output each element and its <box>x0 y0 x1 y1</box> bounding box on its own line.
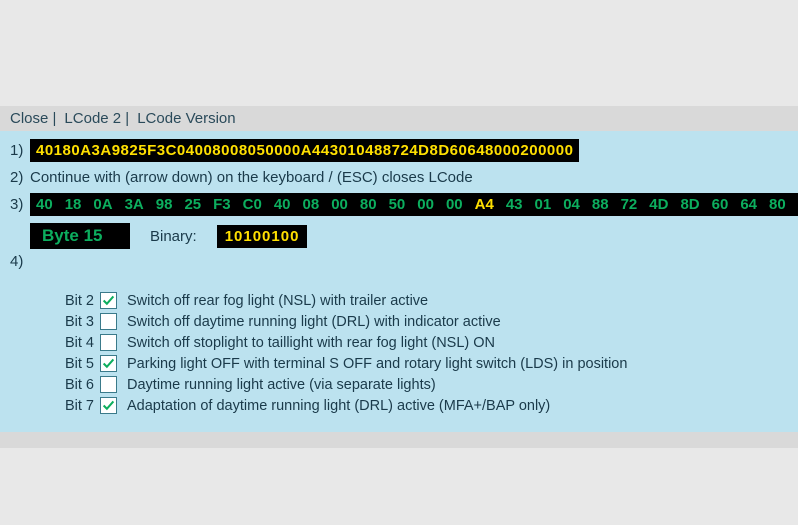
row-number-2: 2) <box>10 169 30 186</box>
hex-byte[interactable]: A4 <box>475 196 494 213</box>
bit-description: Adaptation of daytime running light (DRL… <box>127 398 550 414</box>
bit-label: Bit 3 <box>50 314 94 330</box>
bit-description: Parking light OFF with terminal S OFF an… <box>127 356 627 372</box>
hex-byte[interactable]: 4D <box>649 196 668 213</box>
bit-label: Bit 5 <box>50 356 94 372</box>
hex-byte[interactable]: 43 <box>506 196 523 213</box>
hex-bytes-strip[interactable]: 40 18 0A 3A 98 25 F3 C0 40 08 00 80 50 00 00 A4 43 01 04 88… <box>30 193 798 216</box>
bit-description: Switch off stoplight to taillight with r… <box>127 335 495 351</box>
byte-indicator: Byte 15 <box>30 223 130 249</box>
hex-byte[interactable]: 98 <box>156 196 173 213</box>
bit-checkbox[interactable] <box>100 376 117 393</box>
bit-row: Bit 2 Switch off rear fog light (NSL) wit… <box>50 292 788 309</box>
hex-byte[interactable]: 60 <box>712 196 729 213</box>
bit-list: Bit 2 Switch off rear fog light (NSL) wit… <box>50 292 788 414</box>
bit-label: Bit 6 <box>50 377 94 393</box>
hex-byte[interactable]: 80 <box>769 196 786 213</box>
hex-byte[interactable]: 64 <box>740 196 757 213</box>
bit-description: Switch off daytime running light (DRL) w… <box>127 314 501 330</box>
menu-close[interactable]: Close | <box>10 110 56 127</box>
bit-row: Bit 5 Parking light OFF with terminal S O… <box>50 355 788 372</box>
hex-byte[interactable]: 25 <box>184 196 201 213</box>
top-blank-area <box>0 0 798 106</box>
hex-byte[interactable]: 72 <box>621 196 638 213</box>
menu-lcode2[interactable]: LCode 2 | <box>64 110 129 127</box>
bit-description: Daytime running light active (via separa… <box>127 377 436 393</box>
bit-label: Bit 2 <box>50 293 94 309</box>
menubar: Close | LCode 2 | LCode Version <box>0 106 798 131</box>
bit-checkbox[interactable] <box>100 397 117 414</box>
binary-label: Binary: <box>150 228 197 245</box>
hex-byte[interactable]: 88 <box>592 196 609 213</box>
row-number-4: 4) <box>10 253 30 270</box>
bit-checkbox[interactable] <box>100 313 117 330</box>
menu-lcode-version[interactable]: LCode Version <box>137 110 235 127</box>
hex-byte[interactable]: 18 <box>65 196 82 213</box>
hex-byte[interactable]: 3A <box>125 196 144 213</box>
hex-byte[interactable]: C0 <box>243 196 262 213</box>
bit-row: Bit 6 Daytime running light active (via s… <box>50 376 788 393</box>
row-number-1: 1) <box>10 142 30 159</box>
hex-byte[interactable]: 08 <box>303 196 320 213</box>
instruction-text: Continue with (arrow down) on the keyboa… <box>30 169 473 186</box>
bit-row: Bit 7 Adaptation of daytime running light… <box>50 397 788 414</box>
hex-byte[interactable]: 40 <box>274 196 291 213</box>
row-number-3: 3) <box>10 196 30 213</box>
hex-byte[interactable]: F3 <box>213 196 231 213</box>
hex-byte[interactable]: 50 <box>389 196 406 213</box>
bit-checkbox[interactable] <box>100 355 117 372</box>
bit-row: Bit 4 Switch off stoplight to taillight w… <box>50 334 788 351</box>
hex-byte[interactable]: 04 <box>563 196 580 213</box>
hex-byte[interactable]: 8D <box>680 196 699 213</box>
bit-description: Switch off rear fog light (NSL) with tra… <box>127 293 428 309</box>
bit-label: Bit 4 <box>50 335 94 351</box>
bit-checkbox[interactable] <box>100 292 117 309</box>
lcode-hex-string: 40180A3A9825F3C04008008050000A4430104887… <box>30 139 579 162</box>
hex-byte[interactable]: 80 <box>360 196 377 213</box>
bit-row: Bit 3 Switch off daytime running light (D… <box>50 313 788 330</box>
hex-byte[interactable]: 40 <box>36 196 53 213</box>
hex-byte[interactable]: 01 <box>535 196 552 213</box>
hex-byte[interactable]: 00 <box>417 196 434 213</box>
hex-byte[interactable]: 00 <box>446 196 463 213</box>
hex-byte[interactable]: 0A <box>93 196 112 213</box>
bottom-bar <box>0 432 798 448</box>
content-panel: 1) 40180A3A9825F3C04008008050000A4430104… <box>0 131 798 432</box>
bit-label: Bit 7 <box>50 398 94 414</box>
hex-byte[interactable]: 00 <box>331 196 348 213</box>
bit-checkbox[interactable] <box>100 334 117 351</box>
binary-value: 10100100 <box>217 225 308 248</box>
